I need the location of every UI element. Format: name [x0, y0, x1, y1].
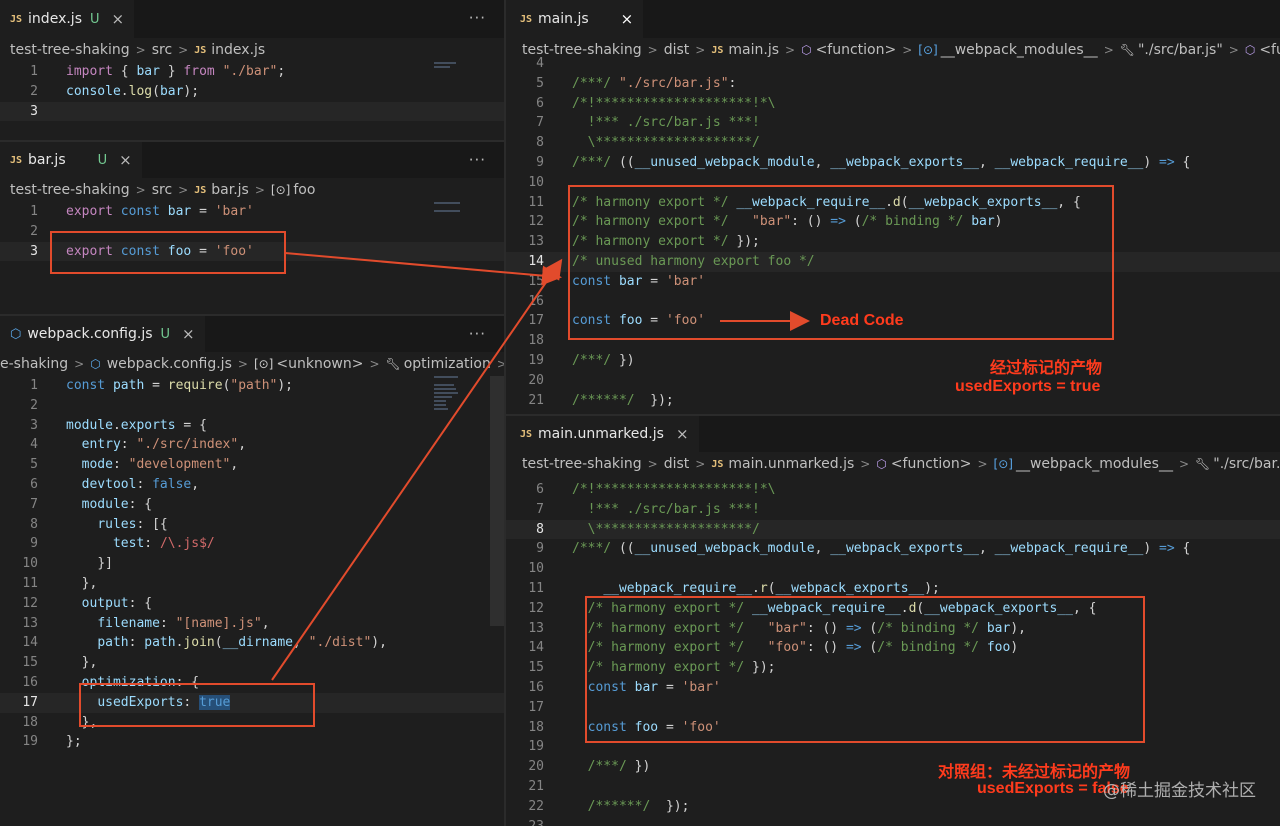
breadcrumb: e-shaking > ⬡ webpack.config.js > [⊙] <unkno…: [0, 352, 504, 376]
minimap[interactable]: [434, 62, 494, 70]
close-icon[interactable]: ×: [119, 151, 132, 169]
tab-label: index.js: [28, 11, 82, 27]
chevron-right-icon: >: [178, 43, 189, 57]
variable-icon: [⊙]: [270, 183, 291, 197]
tab-main-js[interactable]: JS main.js ×: [506, 0, 644, 38]
highlight-box-used-exports: [79, 683, 315, 727]
breadcrumb-item[interactable]: "./src/bar.js": [1213, 456, 1280, 472]
tab-webpack-config[interactable]: ⬡ webpack.config.js U ×: [0, 316, 205, 352]
control-group-title: 对照组：未经过标记的产物: [938, 764, 1131, 781]
webpack-cube-icon: ⬡: [90, 357, 101, 371]
tab-main-unmarked-js[interactable]: JS main.unmarked.js ×: [506, 416, 699, 452]
breadcrumb-item[interactable]: test-tree-shaking: [10, 182, 130, 198]
tab-label: webpack.config.js: [27, 326, 153, 342]
chevron-right-icon: >: [860, 457, 871, 471]
cube-icon: ⬡: [876, 457, 887, 471]
config-editor: ⬡ webpack.config.js U × ··· e-shaking > ⬡…: [0, 316, 504, 826]
breadcrumb-item[interactable]: <function>: [891, 456, 972, 472]
chevron-right-icon: >: [1178, 457, 1190, 471]
breadcrumb-item[interactable]: e-shaking: [0, 356, 68, 372]
close-icon[interactable]: ×: [112, 10, 125, 28]
tab-label: main.unmarked.js: [538, 426, 664, 442]
chevron-right-icon: >: [977, 457, 988, 471]
js-file-icon: JS: [711, 458, 724, 470]
untracked-badge: U: [89, 11, 100, 27]
code-line: 3: [0, 101, 504, 122]
code-line: 1 import { bar } from "./bar";: [30, 64, 286, 79]
watermark: @稀土掘金技术社区: [1103, 781, 1256, 801]
bar-editor: JS bar.js U × ··· test-tree-shaking > src…: [0, 142, 504, 314]
close-icon[interactable]: ×: [621, 10, 634, 28]
untracked-badge: U: [97, 152, 108, 168]
breadcrumb-item[interactable]: webpack.config.js: [107, 356, 232, 372]
chevron-right-icon: >: [369, 357, 380, 371]
code-area[interactable]: 1 import { bar } from "./bar"; 2 console.l…: [0, 62, 504, 122]
chevron-right-icon: >: [135, 183, 146, 197]
breadcrumb-item[interactable]: bar.js: [211, 182, 249, 198]
code-line: 2 console.log(bar);: [30, 83, 200, 99]
breadcrumb-item[interactable]: __webpack_modules__: [1016, 456, 1173, 472]
index-editor: JS index.js U × ··· test-tree-shaking > s…: [0, 0, 504, 140]
breadcrumb-item[interactable]: foo: [293, 182, 315, 198]
breadcrumb-item[interactable]: dist: [664, 456, 690, 472]
variable-icon: [⊙]: [253, 357, 274, 371]
more-actions-icon[interactable]: ···: [469, 9, 486, 27]
breadcrumb: test-tree-shaking > src > JS bar.js > [⊙] foo: [0, 178, 504, 202]
tab-index-js[interactable]: JS index.js U ×: [0, 0, 135, 38]
config-tabbar: ⬡ webpack.config.js U × ···: [0, 316, 504, 352]
js-file-icon: JS: [520, 13, 533, 25]
more-actions-icon[interactable]: ···: [469, 151, 486, 169]
wrench-icon: 🔧︎: [1195, 457, 1211, 471]
highlight-box-foo-export: [50, 231, 286, 274]
minimap[interactable]: [434, 376, 494, 412]
index-tabbar: JS index.js U × ···: [0, 0, 504, 38]
js-file-icon: JS: [194, 184, 207, 196]
minimap[interactable]: [434, 202, 494, 214]
breadcrumb-item[interactable]: <unknown>: [276, 356, 363, 372]
more-actions-icon[interactable]: ···: [469, 325, 486, 343]
chevron-right-icon: >: [237, 357, 248, 371]
breadcrumb-item[interactable]: main.unmarked.js: [728, 456, 854, 472]
breadcrumb-item[interactable]: test-tree-shaking: [10, 42, 130, 58]
js-file-icon: JS: [10, 154, 23, 166]
chevron-right-icon: >: [254, 183, 265, 197]
tab-bar-js[interactable]: JS bar.js U ×: [0, 142, 142, 178]
chevron-right-icon: >: [178, 183, 189, 197]
breadcrumb: test-tree-shaking > src > JS index.js: [0, 38, 504, 62]
bar-tabbar: JS bar.js U × ···: [0, 142, 504, 178]
tab-label: bar.js: [28, 152, 66, 168]
variable-icon: [⊙]: [993, 457, 1013, 471]
webpack-cube-icon: ⬡: [10, 326, 22, 342]
marked-output-flag: usedExports = true: [955, 378, 1101, 395]
chevron-right-icon: >: [74, 357, 85, 371]
dead-code-label: Dead Code: [820, 312, 904, 329]
unmarked-tabbar: JS main.unmarked.js ×: [506, 416, 1280, 452]
close-icon[interactable]: ×: [182, 325, 195, 343]
js-file-icon: JS: [10, 13, 23, 25]
close-icon[interactable]: ×: [676, 425, 689, 443]
breadcrumb-item[interactable]: index.js: [211, 42, 265, 58]
chevron-right-icon: >: [135, 43, 146, 57]
js-file-icon: JS: [520, 428, 533, 440]
js-file-icon: JS: [194, 44, 207, 56]
untracked-badge: U: [160, 326, 171, 342]
tab-label: main.js: [538, 11, 589, 27]
code-line: 1 export const bar = 'bar': [30, 204, 254, 219]
wrench-icon: 🔧︎: [385, 357, 401, 371]
breadcrumb-item[interactable]: src: [152, 42, 172, 58]
scrollbar[interactable]: [490, 376, 504, 626]
main-tabbar: JS main.js ×: [506, 0, 1280, 38]
breadcrumb-item[interactable]: src: [152, 182, 172, 198]
breadcrumb-item[interactable]: test-tree-shaking: [522, 456, 642, 472]
chevron-right-icon: >: [496, 357, 504, 371]
chevron-right-icon: >: [647, 457, 658, 471]
chevron-right-icon: >: [695, 457, 706, 471]
breadcrumb: test-tree-shaking > dist > JS main.unmarked…: [506, 452, 1280, 476]
marked-output-title: 经过标记的产物: [990, 360, 1103, 377]
breadcrumb-item[interactable]: optimization: [404, 356, 491, 372]
highlight-box-unmarked-output: [585, 596, 1145, 743]
